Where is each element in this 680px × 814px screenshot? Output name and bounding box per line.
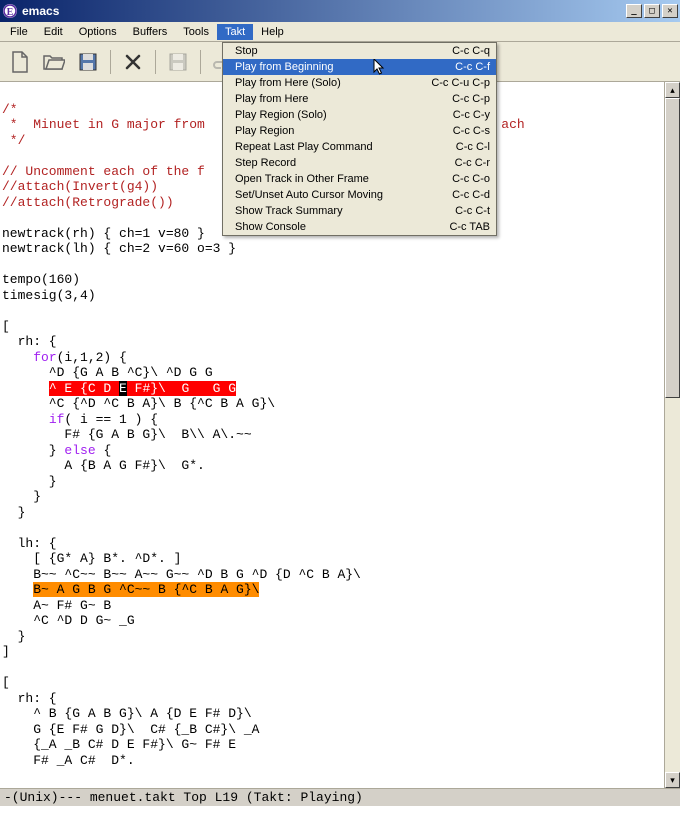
menu-takt[interactable]: Takt — [217, 24, 253, 40]
menu-item-stop[interactable]: Stop C-c C-q — [223, 43, 496, 59]
code-line: */ — [2, 133, 25, 148]
new-file-icon — [10, 51, 30, 73]
app-icon: E — [2, 3, 18, 19]
code-line: for(i,1,2) { — [2, 350, 127, 365]
code-line: //attach(Invert(g4)) — [2, 179, 158, 194]
menu-item-play-from-here-solo[interactable]: Play from Here (Solo) C-c C-u C-p — [223, 75, 496, 91]
title-bar: E emacs _ □ ✕ — [0, 0, 680, 22]
code-line: F# _A C# D*. — [2, 753, 135, 768]
highlight-red: ^ E {C D E F#}\ G G G — [49, 381, 236, 396]
mouse-cursor-icon — [373, 59, 387, 77]
highlight-orange: B~ A G B G ^C~~ B {^C B A G}\ — [33, 582, 259, 597]
code-line: rh: { — [2, 691, 57, 706]
menu-item-play-region[interactable]: Play Region C-c C-s — [223, 123, 496, 139]
code-line: newtrack(rh) { ch=1 v=80 } — [2, 226, 205, 241]
code-line: // Uncomment each of the f — [2, 164, 205, 179]
toolbar-separator — [110, 50, 111, 74]
disk-icon — [168, 52, 188, 72]
menu-item-step-record[interactable]: Step Record C-c C-r — [223, 155, 496, 171]
new-file-button[interactable] — [6, 48, 34, 76]
menu-bar: File Edit Options Buffers Tools Takt Hel… — [0, 22, 680, 42]
menu-item-open-track-other-frame[interactable]: Open Track in Other Frame C-c C-o — [223, 171, 496, 187]
code-line: rh: { — [2, 334, 57, 349]
menu-item-play-from-beginning[interactable]: Play from Beginning C-c C-f — [223, 59, 496, 75]
code-line: //attach(Retrograde()) — [2, 195, 174, 210]
code-line: B~ A G B G ^C~~ B {^C B A G}\ — [2, 582, 259, 597]
toolbar-separator — [155, 50, 156, 74]
code-line: {_A _B C# D E F#}\ G~ F# E — [2, 737, 236, 752]
code-line: newtrack(lh) { ch=2 v=60 o=3 } — [2, 241, 236, 256]
code-line: } — [2, 629, 25, 644]
menu-file[interactable]: File — [2, 24, 36, 40]
menu-item-repeat-last-play[interactable]: Repeat Last Play Command C-c C-l — [223, 139, 496, 155]
menu-buffers[interactable]: Buffers — [125, 24, 176, 40]
scroll-up-button[interactable]: ▴ — [665, 82, 680, 98]
menu-item-play-region-solo[interactable]: Play Region (Solo) C-c C-y — [223, 107, 496, 123]
save-disk-button[interactable] — [164, 48, 192, 76]
menu-help[interactable]: Help — [253, 24, 292, 40]
code-line: ^C ^D D G~ _G — [2, 613, 135, 628]
maximize-button[interactable]: □ — [644, 4, 660, 18]
code-line: B~~ ^C~~ B~~ A~~ G~~ ^D B G ^D {D ^C B A… — [2, 567, 361, 582]
code-line: /* — [2, 102, 18, 117]
code-line: G {E F# G D}\ C# {_B C#}\ _A — [2, 722, 259, 737]
open-file-icon — [43, 53, 65, 71]
takt-dropdown-menu: Stop C-c C-q Play from Beginning C-c C-f… — [222, 42, 497, 236]
svg-text:E: E — [7, 7, 14, 18]
code-line: tempo(160) — [2, 272, 80, 287]
minibuffer[interactable] — [0, 806, 680, 814]
toolbar-separator — [200, 50, 201, 74]
menu-tools[interactable]: Tools — [175, 24, 217, 40]
close-icon — [124, 53, 142, 71]
window-title: emacs — [22, 4, 624, 18]
code-line: F# {G A B G}\ B\\ A\.~~ — [2, 427, 252, 442]
open-file-button[interactable] — [40, 48, 68, 76]
scroll-thumb[interactable] — [665, 98, 680, 398]
vertical-scrollbar[interactable]: ▴ ▾ — [664, 82, 680, 788]
menu-item-show-console[interactable]: Show Console C-c TAB — [223, 219, 496, 235]
code-line: if( i == 1 ) { — [2, 412, 158, 427]
code-line: [ — [2, 675, 10, 690]
code-line: ^C {^D ^C B A}\ B {^C B A G}\ — [2, 396, 275, 411]
code-line: A~ F# G~ B — [2, 598, 111, 613]
save-button[interactable] — [74, 48, 102, 76]
close-x-button[interactable] — [119, 48, 147, 76]
menu-item-auto-cursor-moving[interactable]: Set/Unset Auto Cursor Moving C-c C-d — [223, 187, 496, 203]
code-line: [ — [2, 319, 10, 334]
close-button[interactable]: ✕ — [662, 4, 678, 18]
code-line: ^ E {C D E F#}\ G G G — [2, 381, 236, 396]
code-line: } — [2, 489, 41, 504]
menu-item-play-from-here[interactable]: Play from Here C-c C-p — [223, 91, 496, 107]
code-line: ^D {G A B ^C}\ ^D G G — [2, 365, 213, 380]
menu-edit[interactable]: Edit — [36, 24, 71, 40]
scroll-down-button[interactable]: ▾ — [665, 772, 680, 788]
code-line: ] — [2, 644, 10, 659]
code-line: ^ B {G A B G}\ A {D E F# D}\ — [2, 706, 252, 721]
mode-line: -(Unix)--- menuet.takt Top L19 (Takt: Pl… — [0, 788, 680, 806]
code-line: timesig(3,4) — [2, 288, 96, 303]
menu-item-show-track-summary[interactable]: Show Track Summary C-c C-t — [223, 203, 496, 219]
code-line: A {B A G F#}\ G*. — [2, 458, 205, 473]
scroll-track[interactable] — [665, 98, 680, 772]
code-line: } — [2, 474, 57, 489]
code-line: } else { — [2, 443, 111, 458]
save-icon — [78, 52, 98, 72]
minimize-button[interactable]: _ — [626, 4, 642, 18]
code-line: lh: { — [2, 536, 57, 551]
code-line: [ {G* A} B*. ^D*. ] — [2, 551, 181, 566]
code-line: } — [2, 505, 25, 520]
menu-options[interactable]: Options — [71, 24, 125, 40]
